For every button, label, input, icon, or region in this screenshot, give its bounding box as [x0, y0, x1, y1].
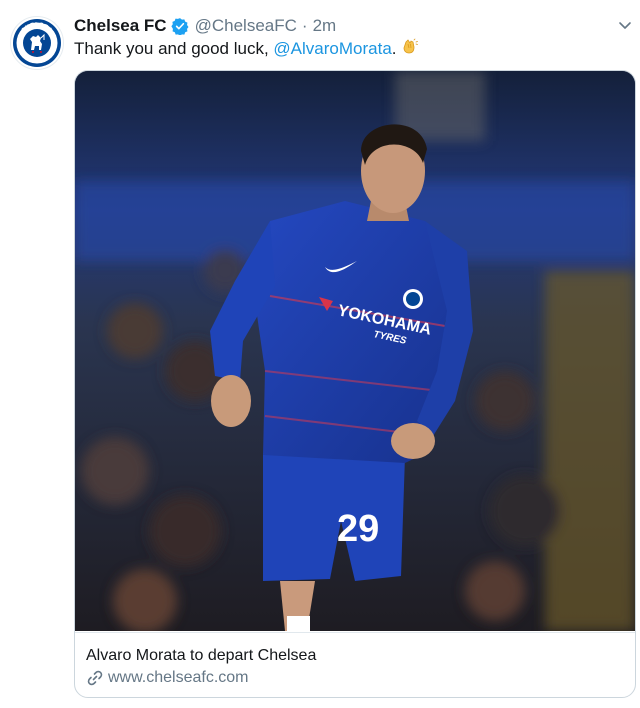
tweet-header: Chelsea FC @ChelseaFC · 2m: [74, 14, 336, 38]
link-icon: [86, 669, 104, 687]
link-card[interactable]: 29 YOKOHAMA TYRES Alvaro Morata to depar…: [74, 70, 636, 698]
tweet-text-suffix: .: [391, 39, 397, 58]
verified-badge-icon: [170, 17, 189, 35]
separator-dot: ·: [301, 16, 308, 35]
author-name[interactable]: Chelsea FC: [74, 16, 167, 36]
tweet-text-prefix: Thank you and good luck,: [74, 39, 274, 58]
chelsea-crest-logo: CHELSEA FOOTBALL CLUB: [12, 18, 62, 68]
tweet-text: Thank you and good luck, @AlvaroMorata.: [74, 38, 419, 61]
author-handle[interactable]: @ChelseaFC: [195, 16, 297, 36]
player-photo-image: 29 YOKOHAMA TYRES: [75, 71, 635, 633]
card-body[interactable]: Alvaro Morata to depart Chelsea www.chel…: [75, 632, 635, 697]
clapping-hands-icon: [401, 38, 419, 61]
avatar[interactable]: CHELSEA FOOTBALL CLUB: [10, 16, 64, 70]
card-domain-text: www.chelseafc.com: [108, 669, 249, 686]
mention-link[interactable]: @AlvaroMorata: [273, 39, 391, 58]
article-photo[interactable]: 29 YOKOHAMA TYRES: [75, 71, 635, 633]
tweet: CHELSEA FOOTBALL CLUB Chelsea FC @Chelse…: [0, 0, 640, 708]
card-domain[interactable]: www.chelseafc.com: [86, 669, 249, 687]
shirt-number: 29: [337, 508, 379, 550]
tweet-timestamp[interactable]: 2m: [313, 16, 337, 36]
card-title[interactable]: Alvaro Morata to depart Chelsea: [86, 647, 316, 665]
chevron-down-icon[interactable]: [616, 16, 634, 34]
